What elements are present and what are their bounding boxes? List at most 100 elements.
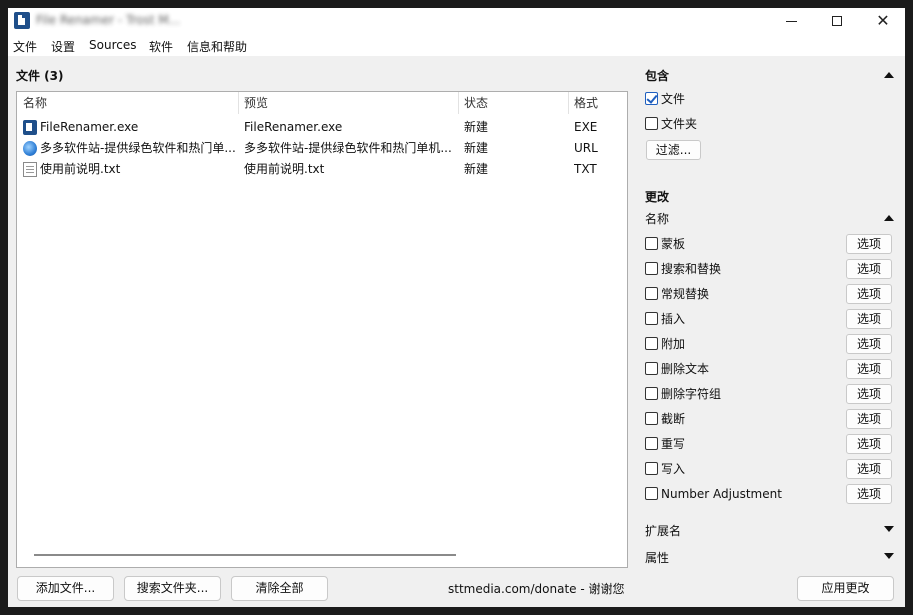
apply-changes-button[interactable]: 应用更改 xyxy=(797,576,894,601)
column-header-status[interactable]: 状态 xyxy=(458,92,568,114)
change-option-checkbox[interactable] xyxy=(645,487,658,500)
filter-button[interactable]: 过滤... xyxy=(646,140,701,160)
maximize-icon xyxy=(832,16,842,26)
change-option-button[interactable]: 选项 xyxy=(846,384,892,404)
include-files-label: 文件 xyxy=(661,92,686,106)
change-option-label: Number Adjustment xyxy=(661,487,782,501)
change-option-button[interactable]: 选项 xyxy=(846,459,892,479)
change-option-label: 删除文本 xyxy=(661,362,710,376)
include-folders-checkbox[interactable] xyxy=(645,117,658,130)
change-option-checkbox[interactable] xyxy=(645,437,658,450)
file-name: 多多软件站-提供绿色软件和热门单... xyxy=(40,141,236,155)
file-format: TXT xyxy=(574,162,597,176)
change-option-row[interactable]: 写入 xyxy=(645,460,835,478)
attributes-subsection-title[interactable]: 属性 xyxy=(645,549,669,566)
change-option-checkbox[interactable] xyxy=(645,337,658,350)
menu-file[interactable]: 文件 xyxy=(13,38,37,55)
table-row[interactable]: 多多软件站-提供绿色软件和热门单... 多多软件站-提供绿色软件和热门单机...… xyxy=(17,138,627,159)
column-header-name[interactable]: 名称 xyxy=(17,92,238,114)
app-icon xyxy=(14,12,30,29)
change-option-button[interactable]: 选项 xyxy=(846,309,892,329)
file-list[interactable]: 名称 预览 状态 格式 FileRenamer.exe FileRenamer.… xyxy=(16,91,628,568)
column-header-format[interactable]: 格式 xyxy=(568,92,628,114)
file-preview: 使用前说明.txt xyxy=(244,162,325,176)
change-option-row[interactable]: 插入 xyxy=(645,310,835,328)
include-folders-label: 文件夹 xyxy=(661,117,698,131)
file-status: 新建 xyxy=(464,141,489,155)
menu-sources[interactable]: Sources xyxy=(89,38,136,52)
file-preview: 多多软件站-提供绿色软件和热门单机... xyxy=(244,141,452,155)
change-option-checkbox[interactable] xyxy=(645,412,658,425)
change-option-checkbox[interactable] xyxy=(645,362,658,375)
add-files-button[interactable]: 添加文件... xyxy=(17,576,114,601)
change-option-label: 蒙板 xyxy=(661,237,686,251)
close-button[interactable]: ✕ xyxy=(860,8,905,34)
close-icon: ✕ xyxy=(876,11,890,30)
change-option-label: 插入 xyxy=(661,312,686,326)
table-row[interactable]: 使用前说明.txt 使用前说明.txt 新建 TXT xyxy=(17,159,627,180)
files-section-title: 文件 (3) xyxy=(16,69,64,83)
change-option-button[interactable]: 选项 xyxy=(846,334,892,354)
change-option-checkbox[interactable] xyxy=(645,262,658,275)
include-files-checkbox[interactable] xyxy=(645,92,658,105)
change-option-label: 搜索和替换 xyxy=(661,262,722,276)
include-section-title: 包含 xyxy=(645,69,670,83)
change-option-row[interactable]: Number Adjustment xyxy=(645,485,835,503)
change-option-label: 截断 xyxy=(661,412,686,426)
app-window: File Renamer - Trost M... ✕ 文件 设置 Source… xyxy=(8,8,905,607)
change-option-label: 写入 xyxy=(661,462,686,476)
minimize-button[interactable] xyxy=(768,8,814,34)
change-option-label: 删除字符组 xyxy=(661,387,722,401)
change-option-button[interactable]: 选项 xyxy=(846,359,892,379)
change-option-row[interactable]: 截断 xyxy=(645,410,835,428)
extension-subsection-title[interactable]: 扩展名 xyxy=(645,522,681,539)
change-option-row[interactable]: 删除字符组 xyxy=(645,385,835,403)
include-files-checkbox-row[interactable]: 文件 xyxy=(645,90,795,108)
change-option-label: 附加 xyxy=(661,337,686,351)
file-preview: FileRenamer.exe xyxy=(244,120,343,134)
change-option-button[interactable]: 选项 xyxy=(846,434,892,454)
table-row[interactable]: FileRenamer.exe FileRenamer.exe 新建 EXE xyxy=(17,117,627,138)
file-name: FileRenamer.exe xyxy=(40,120,139,134)
search-folder-button[interactable]: 搜索文件夹... xyxy=(124,576,221,601)
change-section-title: 更改 xyxy=(645,190,670,204)
column-header-preview[interactable]: 预览 xyxy=(238,92,458,114)
collapse-name-icon[interactable] xyxy=(884,215,894,221)
expand-extension-icon[interactable] xyxy=(884,526,894,532)
change-option-checkbox[interactable] xyxy=(645,462,658,475)
change-option-checkbox[interactable] xyxy=(645,312,658,325)
change-option-checkbox[interactable] xyxy=(645,287,658,300)
include-folders-checkbox-row[interactable]: 文件夹 xyxy=(645,115,795,133)
change-option-button[interactable]: 选项 xyxy=(846,284,892,304)
change-option-row[interactable]: 蒙板 xyxy=(645,235,835,253)
change-option-button[interactable]: 选项 xyxy=(846,484,892,504)
change-option-checkbox[interactable] xyxy=(645,237,658,250)
menu-software[interactable]: 软件 xyxy=(149,38,173,55)
clear-all-button[interactable]: 清除全部 xyxy=(231,576,328,601)
globe-url-icon xyxy=(23,141,37,156)
horizontal-scrollbar[interactable] xyxy=(34,554,456,556)
change-option-label: 重写 xyxy=(661,437,686,451)
file-format: URL xyxy=(574,141,598,155)
minimize-icon xyxy=(785,20,797,22)
file-format: EXE xyxy=(574,120,598,134)
change-option-row[interactable]: 常规替换 xyxy=(645,285,835,303)
change-option-button[interactable]: 选项 xyxy=(846,409,892,429)
expand-attributes-icon[interactable] xyxy=(884,553,894,559)
change-option-checkbox[interactable] xyxy=(645,387,658,400)
menu-bar: 文件 设置 Sources 软件 信息和帮助 xyxy=(8,34,905,56)
change-option-button[interactable]: 选项 xyxy=(846,234,892,254)
file-name: 使用前说明.txt xyxy=(40,162,121,176)
change-option-row[interactable]: 附加 xyxy=(645,335,835,353)
change-option-row[interactable]: 删除文本 xyxy=(645,360,835,378)
change-option-row[interactable]: 重写 xyxy=(645,435,835,453)
file-status: 新建 xyxy=(464,120,489,134)
collapse-include-icon[interactable] xyxy=(884,72,894,78)
menu-info-help[interactable]: 信息和帮助 xyxy=(187,38,247,55)
menu-settings[interactable]: 设置 xyxy=(51,38,75,55)
donate-link[interactable]: sttmedia.com/donate - 谢谢您 xyxy=(448,580,625,597)
maximize-button[interactable] xyxy=(814,8,860,34)
change-option-row[interactable]: 搜索和替换 xyxy=(645,260,835,278)
file-status: 新建 xyxy=(464,162,489,176)
change-option-button[interactable]: 选项 xyxy=(846,259,892,279)
